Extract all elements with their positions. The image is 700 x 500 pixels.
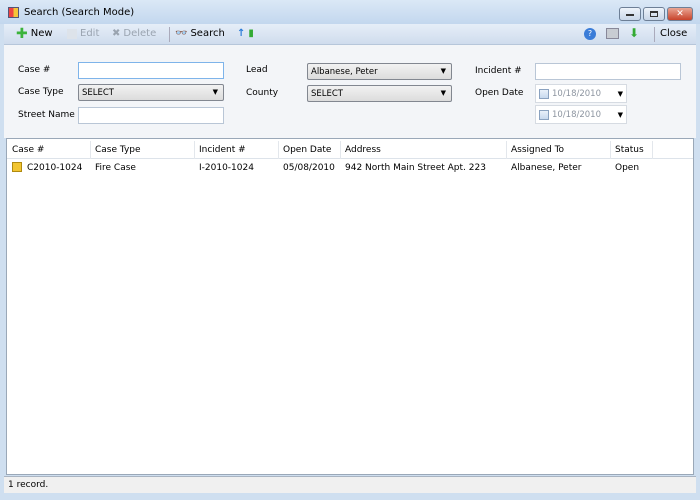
open-date-from[interactable]: 10/18/2010 ▼ <box>535 84 627 103</box>
cell-incident: I-2010-1024 <box>199 163 254 173</box>
export-icon[interactable]: ⬇ <box>629 26 639 40</box>
sort-icon[interactable]: ↑ ▮ <box>237 28 254 39</box>
lead-select[interactable]: Albanese, Peter ▼ <box>307 63 452 80</box>
open-date-label: Open Date <box>475 88 524 98</box>
cell-open-date: 05/08/2010 <box>283 163 335 173</box>
table-row[interactable]: C2010-1024 Fire Case I-2010-1024 05/08/2… <box>7 139 693 179</box>
chevron-down-icon: ▼ <box>440 89 446 97</box>
delete-button[interactable]: ✖ Delete <box>112 28 156 39</box>
street-label: Street Name <box>18 110 75 120</box>
case-type-label: Case Type <box>18 87 64 97</box>
app-icon <box>8 7 19 18</box>
incident-label: Incident # <box>475 66 522 76</box>
binoculars-icon: 👓 <box>175 28 188 39</box>
county-select[interactable]: SELECT ▼ <box>307 85 452 102</box>
maximize-button[interactable] <box>643 7 665 21</box>
window-close-button[interactable]: ✕ <box>667 7 693 21</box>
close-button[interactable]: Close <box>660 28 687 39</box>
search-form: Case # Case Type SELECT ▼ Street Name Lea… <box>4 45 696 138</box>
toolbar: ✚ New Edit ✖ Delete 👓 Search ↑ ▮ ? ⬇ Close <box>4 24 696 45</box>
plus-icon: ✚ <box>16 25 28 42</box>
cell-assigned: Albanese, Peter <box>511 163 582 173</box>
lead-label: Lead <box>246 65 268 75</box>
checkbox[interactable] <box>539 109 549 120</box>
window-title: Search (Search Mode) <box>24 7 135 18</box>
chevron-down-icon[interactable]: ▼ <box>618 111 623 119</box>
cell-case-type: Fire Case <box>95 163 136 173</box>
checkbox[interactable] <box>539 88 549 99</box>
case-type-select[interactable]: SELECT ▼ <box>78 84 224 101</box>
toolbar-separator <box>169 27 170 42</box>
toolbar-separator <box>654 27 655 42</box>
folder-icon <box>12 162 22 172</box>
open-date-to[interactable]: 10/18/2010 ▼ <box>535 105 627 124</box>
incident-input[interactable] <box>535 63 681 80</box>
chevron-down-icon: ▼ <box>440 67 446 75</box>
help-icon[interactable]: ? <box>584 28 596 40</box>
delete-icon: ✖ <box>112 28 121 39</box>
case-label: Case # <box>18 65 51 75</box>
street-input[interactable] <box>78 107 224 124</box>
county-label: County <box>246 88 279 98</box>
cell-status: Open <box>615 163 640 173</box>
status-bar: 1 record. <box>4 476 696 493</box>
cell-case: C2010-1024 <box>27 163 83 173</box>
minimize-button[interactable] <box>619 7 641 21</box>
results-grid: Case # Case Type Incident # Open Date Ad… <box>6 138 694 475</box>
case-input[interactable] <box>78 62 224 79</box>
chevron-down-icon: ▼ <box>212 88 218 96</box>
print-icon[interactable] <box>606 28 619 39</box>
edit-button[interactable]: Edit <box>67 28 99 39</box>
chevron-down-icon[interactable]: ▼ <box>618 90 623 98</box>
title-bar: Search (Search Mode) ✕ <box>0 0 700 24</box>
edit-icon <box>67 28 77 39</box>
new-button[interactable]: ✚ New <box>16 25 53 42</box>
search-button[interactable]: 👓 Search <box>175 28 225 39</box>
cell-address: 942 North Main Street Apt. 223 <box>345 163 486 173</box>
